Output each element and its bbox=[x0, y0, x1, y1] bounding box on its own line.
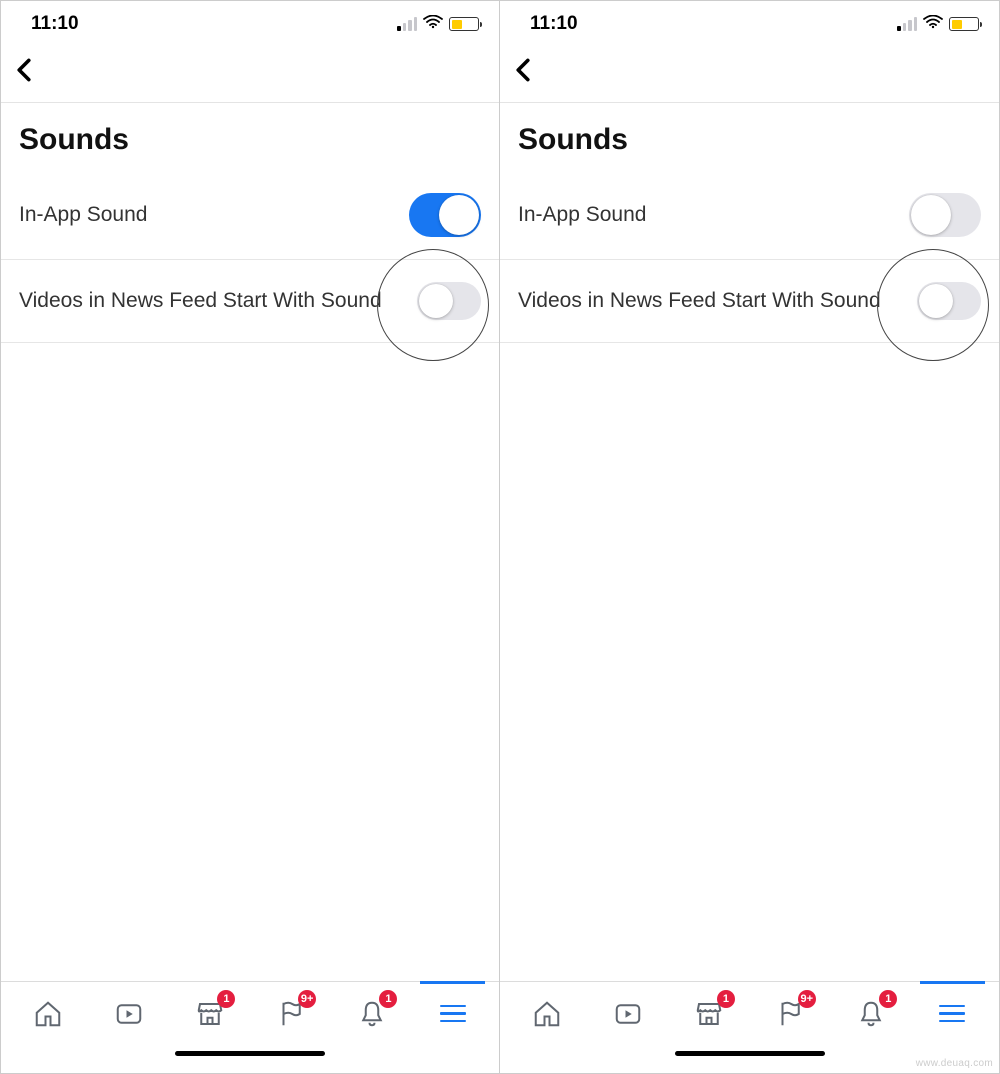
setting-label: In-App Sound bbox=[518, 201, 909, 228]
watch-icon bbox=[613, 999, 643, 1029]
tab-marketplace[interactable]: 1 bbox=[169, 982, 250, 1045]
setting-videos-sound: Videos in News Feed Start With Sound bbox=[500, 260, 999, 343]
tab-menu[interactable] bbox=[912, 982, 993, 1045]
tab-notifications[interactable]: 1 bbox=[331, 982, 412, 1045]
cellular-signal-icon bbox=[397, 17, 417, 31]
marketplace-badge: 1 bbox=[217, 990, 235, 1008]
notifications-badge: 1 bbox=[879, 990, 897, 1008]
hamburger-icon bbox=[939, 1005, 965, 1023]
back-button[interactable] bbox=[15, 58, 33, 87]
tab-bar: 1 9+ 1 bbox=[500, 981, 999, 1045]
groups-badge: 9+ bbox=[798, 990, 817, 1008]
page-title: Sounds bbox=[1, 103, 499, 171]
hamburger-icon bbox=[440, 1005, 466, 1023]
status-time: 11:10 bbox=[31, 13, 79, 35]
wifi-icon bbox=[923, 13, 943, 35]
battery-icon bbox=[949, 17, 979, 31]
nav-header bbox=[1, 43, 499, 103]
tab-notifications[interactable]: 1 bbox=[831, 982, 912, 1045]
videos-sound-toggle[interactable] bbox=[917, 282, 981, 320]
setting-videos-sound: Videos in News Feed Start With Sound bbox=[1, 260, 499, 343]
notifications-badge: 1 bbox=[379, 990, 397, 1008]
tab-watch[interactable] bbox=[88, 982, 169, 1045]
tab-groups[interactable]: 9+ bbox=[250, 982, 331, 1045]
tab-bar: 1 9+ 1 bbox=[1, 981, 499, 1045]
tab-home[interactable] bbox=[506, 982, 587, 1045]
tab-groups[interactable]: 9+ bbox=[750, 982, 831, 1045]
status-bar: 11:10 bbox=[500, 1, 999, 43]
nav-header bbox=[500, 43, 999, 103]
in-app-sound-toggle[interactable] bbox=[409, 193, 481, 237]
tab-home[interactable] bbox=[7, 982, 88, 1045]
status-time: 11:10 bbox=[530, 13, 578, 35]
home-icon bbox=[532, 999, 562, 1029]
in-app-sound-toggle[interactable] bbox=[909, 193, 981, 237]
setting-label: Videos in News Feed Start With Sound bbox=[518, 287, 917, 314]
back-button[interactable] bbox=[514, 58, 532, 87]
home-icon bbox=[33, 999, 63, 1029]
tab-watch[interactable] bbox=[587, 982, 668, 1045]
screenshot-right: 11:10 Sounds In-App Sound Videos in News… bbox=[500, 0, 1000, 1074]
setting-in-app-sound: In-App Sound bbox=[1, 171, 499, 260]
videos-sound-toggle[interactable] bbox=[417, 282, 481, 320]
groups-badge: 9+ bbox=[298, 990, 317, 1008]
tab-menu[interactable] bbox=[412, 982, 493, 1045]
tab-marketplace[interactable]: 1 bbox=[668, 982, 749, 1045]
screenshot-left: 11:10 Sounds In-App Sound Videos in News… bbox=[0, 0, 500, 1074]
battery-icon bbox=[449, 17, 479, 31]
watermark: www.deuaq.com bbox=[916, 1058, 993, 1069]
wifi-icon bbox=[423, 13, 443, 35]
cellular-signal-icon bbox=[897, 17, 917, 31]
watch-icon bbox=[114, 999, 144, 1029]
page-title: Sounds bbox=[500, 103, 999, 171]
setting-label: Videos in News Feed Start With Sound bbox=[19, 287, 417, 314]
home-indicator bbox=[1, 1045, 499, 1073]
status-bar: 11:10 bbox=[1, 1, 499, 43]
setting-label: In-App Sound bbox=[19, 201, 409, 228]
marketplace-badge: 1 bbox=[717, 990, 735, 1008]
setting-in-app-sound: In-App Sound bbox=[500, 171, 999, 260]
